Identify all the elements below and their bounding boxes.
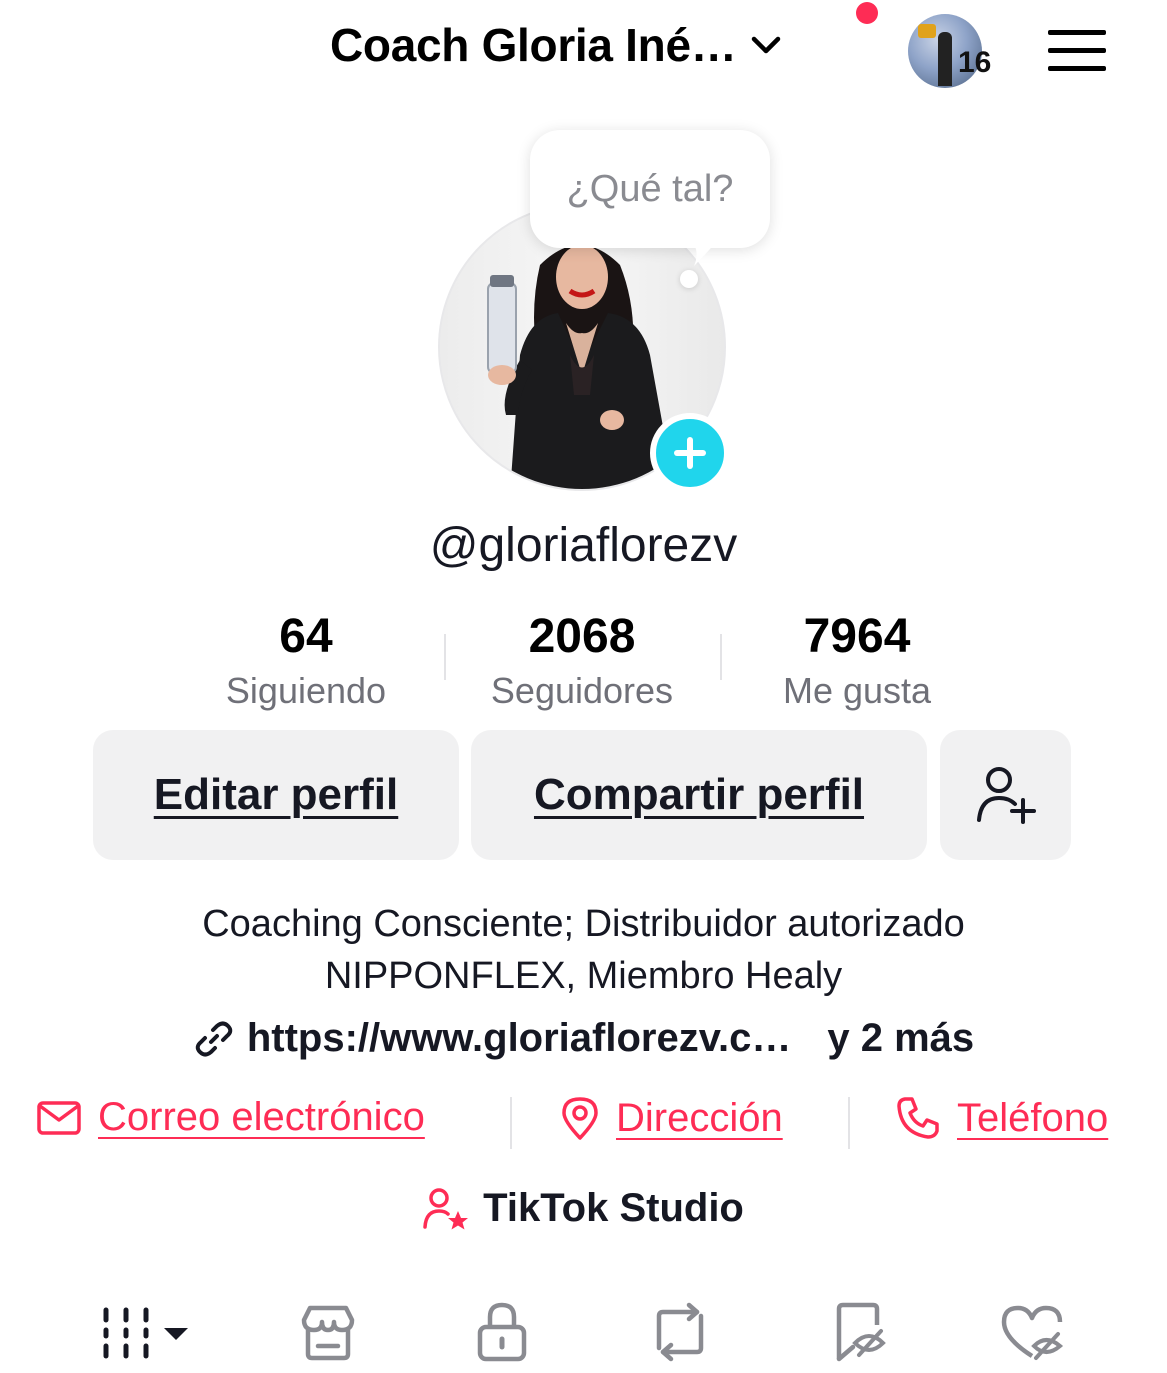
stat-value: 64 <box>279 610 333 663</box>
share-profile-button[interactable]: Compartir perfil <box>471 730 927 860</box>
phone-contact[interactable]: Teléfono <box>895 1095 1108 1141</box>
chevron-down-icon <box>752 36 781 54</box>
bio-line: NIPPONFLEX, Miembro Healy <box>324 955 843 997</box>
grid-icon <box>103 1307 188 1359</box>
tab-videos[interactable] <box>96 1300 196 1364</box>
stat-label: Siguiendo <box>225 670 387 711</box>
account-name: Coach Gloria Iné… <box>330 19 737 71</box>
status-bubble[interactable]: ¿Qué tal? <box>530 130 770 248</box>
story-count-badge: 16 <box>958 46 992 79</box>
add-friend-button[interactable] <box>940 730 1071 860</box>
tab-liked[interactable] <box>996 1300 1068 1364</box>
tab-shop[interactable] <box>290 1300 366 1364</box>
stat-followers[interactable]: 2068 Seguidores <box>462 608 702 714</box>
tab-reposts[interactable] <box>644 1300 716 1364</box>
favorites-hidden-icon <box>836 1302 886 1362</box>
notification-dot <box>856 2 878 24</box>
add-avatar-button[interactable] <box>650 413 730 493</box>
username: @gloriaflorezv <box>429 519 738 572</box>
bubble-tail-dot <box>680 270 698 288</box>
stat-label: Me gusta <box>782 670 932 711</box>
bio: Coaching Consciente; Distribuidor autori… <box>100 898 1067 1002</box>
bio-link-row[interactable]: https://www.gloriaflorezv.c… y 2 más <box>0 1016 1167 1061</box>
bio-link[interactable]: https://www.gloriaflorezv.c… <box>247 1016 792 1061</box>
tiktok-studio-label: TikTok Studio <box>483 1186 744 1230</box>
repost-icon <box>656 1302 704 1362</box>
stat-divider <box>720 634 722 680</box>
link-icon <box>195 1021 233 1056</box>
phone-icon <box>897 1097 939 1139</box>
stat-likes[interactable]: 7964 Me gusta <box>737 608 977 714</box>
email-contact[interactable]: Correo electrónico <box>36 1095 425 1140</box>
tiktok-studio-link[interactable]: TikTok Studio <box>0 1186 1167 1231</box>
shop-icon <box>301 1305 355 1361</box>
address-label: Dirección <box>616 1095 783 1140</box>
more-links[interactable]: y 2 más <box>827 1016 974 1061</box>
menu-icon[interactable] <box>1046 26 1108 76</box>
contact-divider <box>848 1097 850 1149</box>
stat-following[interactable]: 64 Siguiendo <box>186 608 426 714</box>
tab-favorites[interactable] <box>826 1300 896 1364</box>
email-label: Correo electrónico <box>98 1095 425 1139</box>
stat-divider <box>444 634 446 680</box>
edit-profile-button[interactable]: Editar perfil <box>93 730 459 860</box>
address-contact[interactable]: Dirección <box>560 1095 783 1141</box>
phone-label: Teléfono <box>957 1095 1109 1140</box>
account-switcher[interactable]: Coach Gloria Iné… <box>330 18 830 72</box>
lock-icon <box>477 1302 527 1362</box>
stat-value: 2068 <box>528 610 636 663</box>
location-icon <box>562 1097 598 1140</box>
tab-private[interactable] <box>470 1300 534 1364</box>
bubble-tail <box>692 240 718 266</box>
mail-icon <box>37 1100 81 1135</box>
bio-line: Coaching Consciente; Distribuidor autori… <box>202 903 965 945</box>
plus-icon <box>674 437 706 469</box>
liked-hidden-icon <box>1001 1305 1064 1360</box>
stat-label: Seguidores <box>490 670 674 711</box>
creator-star-icon <box>423 1187 469 1229</box>
bubble-text: ¿Qué tal? <box>566 167 734 210</box>
share-profile-label: Compartir perfil <box>533 770 865 819</box>
stat-value: 7964 <box>803 610 911 663</box>
add-friend-icon <box>976 767 1036 824</box>
contact-divider <box>510 1097 512 1149</box>
edit-profile-label: Editar perfil <box>153 770 399 819</box>
